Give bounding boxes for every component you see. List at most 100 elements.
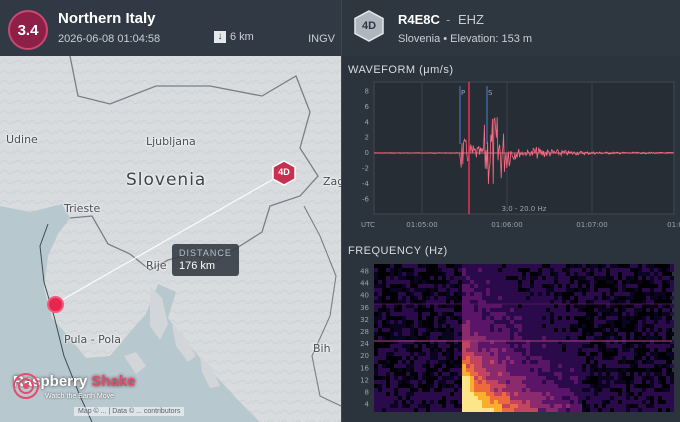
spectrogram-cell (510, 332, 514, 336)
station-marker[interactable]: 4D (272, 160, 296, 186)
spectrogram-cell (374, 316, 378, 320)
spectrogram-cell (558, 356, 562, 360)
spectrogram-cell (606, 404, 610, 408)
spectrogram-cell (474, 316, 478, 320)
spectrogram-cell (466, 400, 470, 404)
spectrogram-cell (514, 288, 518, 292)
spectrogram-cell (406, 352, 410, 356)
spectrogram-cell (518, 320, 522, 324)
spectrogram-cell (450, 288, 454, 292)
spectrogram-cell (618, 292, 622, 296)
spectrogram-cell (558, 328, 562, 332)
spectrogram-cell (442, 372, 446, 376)
spectrogram-cell (598, 348, 602, 352)
spectrogram-cell (554, 344, 558, 348)
spectrogram-cell (634, 304, 638, 308)
spectrogram-cell (562, 388, 566, 392)
spectrogram-cell (518, 348, 522, 352)
spectrogram-cell (538, 292, 542, 296)
spectrogram-cell (570, 384, 574, 388)
spectrogram-cell (510, 392, 514, 396)
spectrogram-cell (426, 392, 430, 396)
spectrogram-cell (650, 380, 654, 384)
spectrogram-cell (522, 392, 526, 396)
spectrogram-cell (570, 400, 574, 404)
spectrogram-cell (554, 368, 558, 372)
spectrogram-cell (394, 332, 398, 336)
spectrogram-cell (670, 384, 674, 388)
spectrogram-cell (646, 276, 650, 280)
spectrogram-cell (534, 368, 538, 372)
spectrogram-cell (390, 392, 394, 396)
spectrogram-cell (430, 356, 434, 360)
spectrogram-cell (474, 264, 478, 268)
spectrogram-cell (530, 384, 534, 388)
spectrogram-cell (602, 264, 606, 268)
spectrogram-cell (642, 364, 646, 368)
spectrogram-cell (554, 268, 558, 272)
spectrogram-cell (518, 300, 522, 304)
map-label-rijeka: Rije (146, 259, 167, 272)
spectrogram-cell (646, 392, 650, 396)
spectrogram-cell (510, 360, 514, 364)
spectrogram-cell (610, 268, 614, 272)
spectrogram-cell (446, 392, 450, 396)
waveform-x-tick-label: 01:05:00 (406, 221, 437, 229)
spectrogram-cell (466, 288, 470, 292)
spectrogram-cell (374, 356, 378, 360)
spectrogram-cell (586, 404, 590, 408)
spectrogram-cell (530, 284, 534, 288)
spectrogram-cell (598, 332, 602, 336)
spectrogram-cell (486, 348, 490, 352)
spectrogram-cell (594, 300, 598, 304)
spectrogram-cell (418, 268, 422, 272)
spectrogram-cell (446, 352, 450, 356)
map-attribution[interactable]: Map © ... | Data © ... contributors (74, 407, 185, 416)
spectrogram-cell (506, 316, 510, 320)
spectrogram-cell (522, 312, 526, 316)
spectrogram-cell (606, 336, 610, 340)
spectrogram-cell (462, 324, 466, 328)
map-view[interactable]: Slovenia Ljubljana Udine Trieste Rije Pu… (0, 56, 341, 422)
spectrogram-cell (474, 280, 478, 284)
spectrogram-cell (426, 400, 430, 404)
spectrogram-cell (478, 384, 482, 388)
epicenter-marker[interactable] (47, 296, 64, 313)
spectrogram-cell (462, 280, 466, 284)
spectrogram-cell (598, 384, 602, 388)
spectrogram-cell (526, 352, 530, 356)
spectrogram-cell (638, 324, 642, 328)
spectrogram-cell (534, 320, 538, 324)
spectrogram-cell (458, 392, 462, 396)
spectrogram-cell (506, 380, 510, 384)
spectrogram-cell (578, 368, 582, 372)
waveform-plot-area[interactable] (373, 81, 675, 215)
spectrogram-cell (450, 388, 454, 392)
spectrogram-cell (654, 356, 658, 360)
spectrogram-cell (446, 372, 450, 376)
spectrogram-cell (670, 304, 674, 308)
spectrogram-cell (614, 272, 618, 276)
spectrogram-cell (414, 304, 418, 308)
spectrogram-cell (390, 272, 394, 276)
spectrogram-cell (394, 312, 398, 316)
spectrogram-cell (562, 332, 566, 336)
spectrogram-cell (538, 312, 542, 316)
spectrogram-cell (490, 288, 494, 292)
spectrogram-cell (438, 308, 442, 312)
spectrogram-cell (546, 380, 550, 384)
spectrogram-cell (610, 280, 614, 284)
spectrogram-cell (630, 308, 634, 312)
spectrogram-cell (518, 324, 522, 328)
spectrogram-cell (594, 316, 598, 320)
spectrogram-cell (390, 264, 394, 268)
spectrogram-cell (498, 368, 502, 372)
spectrogram-cell (586, 388, 590, 392)
brand-logo[interactable]: Raspberry Shake Watch the Earth Move (13, 373, 136, 400)
spectrogram-cell (538, 384, 542, 388)
spectrogram-cell (486, 336, 490, 340)
spectrogram-cell (410, 312, 414, 316)
spectrogram-cell (450, 292, 454, 296)
spectrogram-cell (546, 400, 550, 404)
spectrogram-cell (666, 312, 670, 316)
